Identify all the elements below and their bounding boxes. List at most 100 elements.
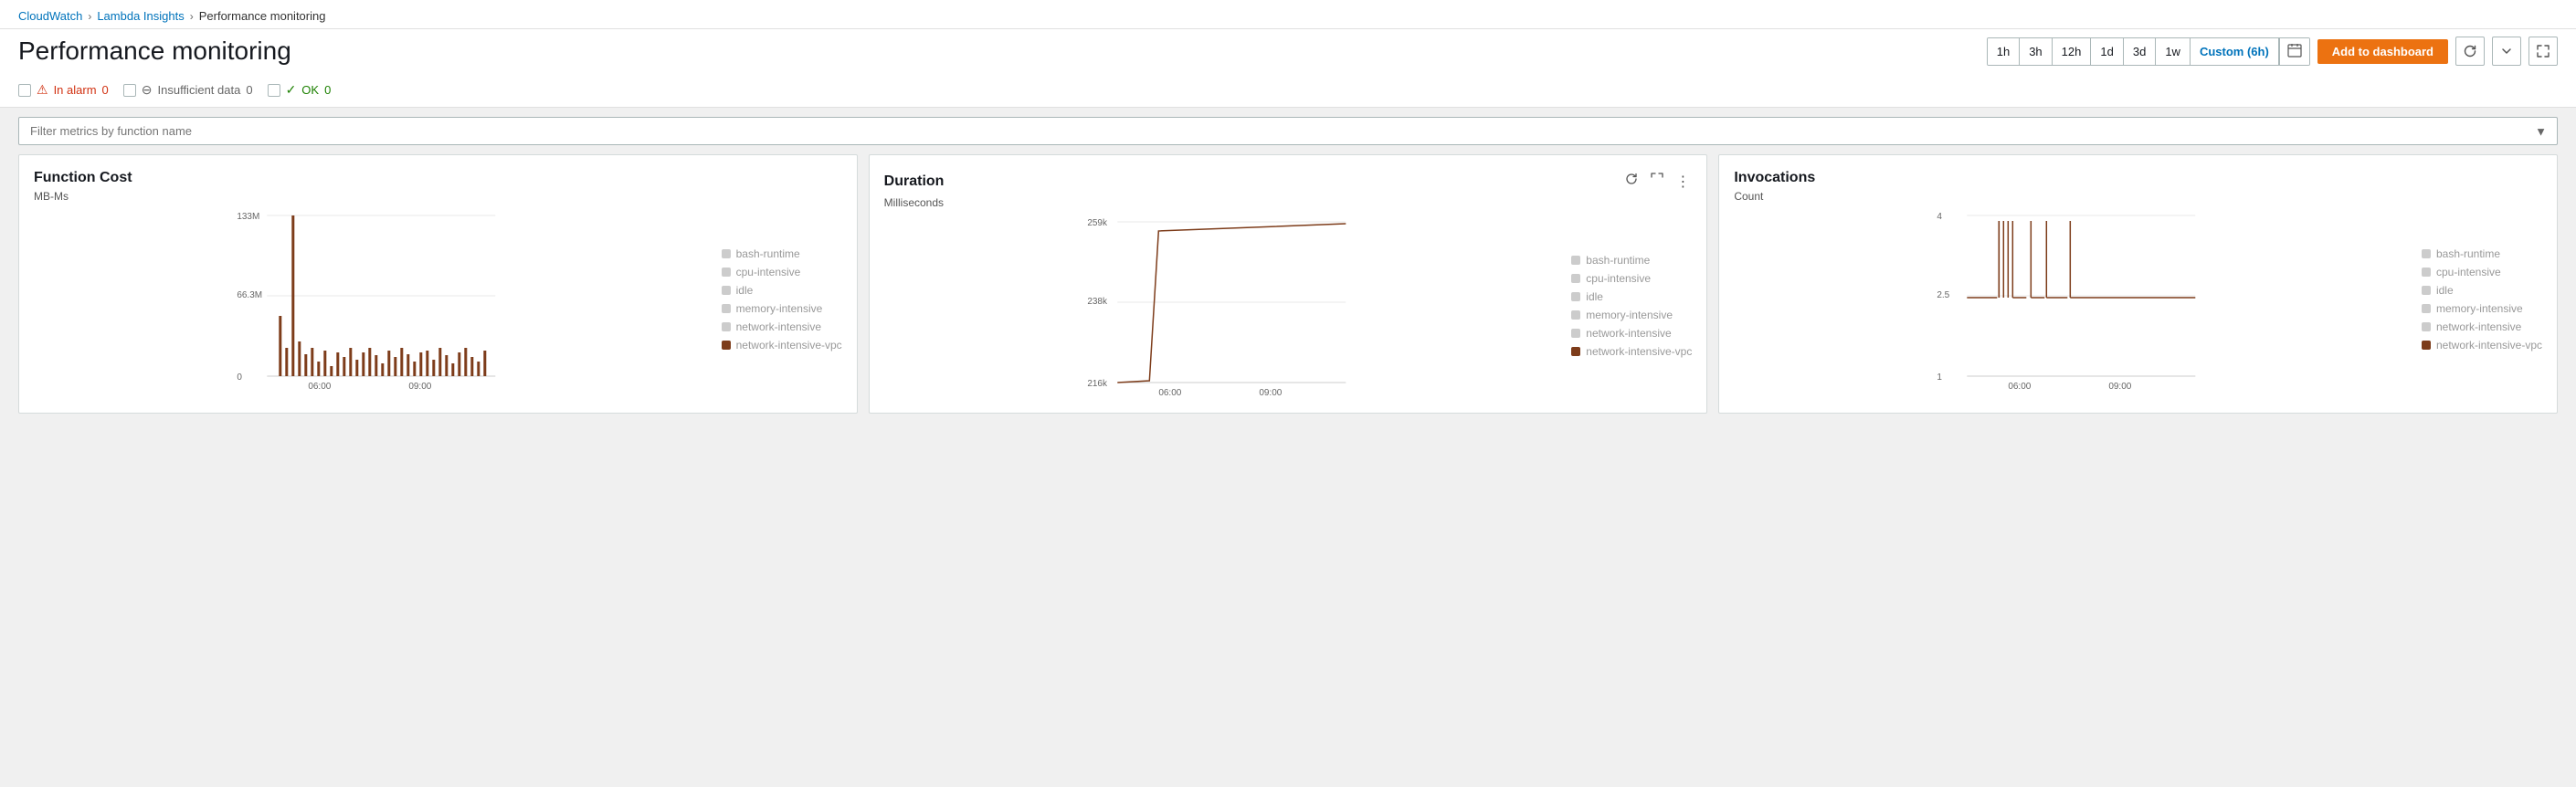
- svg-text:06:00: 06:00: [308, 382, 331, 389]
- duration-expand-icon: [1650, 172, 1664, 186]
- function-cost-card: Function Cost MB-Ms 133M 66.3M 0: [18, 154, 858, 414]
- duration-more-btn[interactable]: ⋮: [1673, 171, 1692, 193]
- svg-text:09:00: 09:00: [2109, 382, 2132, 389]
- time-btn-custom[interactable]: Custom (6h): [2191, 38, 2279, 65]
- function-cost-area: 133M 66.3M 0: [34, 206, 842, 392]
- invocations-label-network-intensive-vpc: network-intensive-vpc: [2436, 339, 2542, 352]
- duration-refresh-icon: [1624, 172, 1639, 186]
- duration-label-memory-intensive: memory-intensive: [1586, 309, 1673, 321]
- filter-input[interactable]: [18, 117, 2558, 145]
- insufficient-item: ⊖ Insufficient data 0: [123, 82, 253, 98]
- breadcrumb-sep-2: ›: [190, 10, 194, 23]
- invocations-label-network-intensive: network-intensive: [2436, 320, 2521, 333]
- insufficient-icon: ⊖: [142, 82, 153, 98]
- svg-text:238k: 238k: [1087, 297, 1108, 307]
- duration-legend-network-intensive-vpc: network-intensive-vpc: [1571, 345, 1692, 358]
- invocations-svg-wrapper: 4 2.5 1: [1734, 206, 2411, 392]
- duration-legend: bash-runtime cpu-intensive idle memory-i…: [1560, 213, 1692, 398]
- invocations-legend: bash-runtime cpu-intensive idle memory-i…: [2411, 206, 2542, 392]
- duration-expand-btn[interactable]: [1648, 170, 1666, 193]
- dropdown-button[interactable]: [2492, 37, 2521, 66]
- in-alarm-label: In alarm: [54, 83, 97, 97]
- fullscreen-button[interactable]: [2528, 37, 2558, 66]
- invocations-label-memory-intensive: memory-intensive: [2436, 302, 2523, 315]
- fullscreen-icon: [2536, 44, 2550, 58]
- time-btn-1d[interactable]: 1d: [2091, 38, 2123, 65]
- filter-bar: ▼: [0, 108, 2576, 154]
- legend-item-cpu-intensive: cpu-intensive: [722, 266, 842, 278]
- invocations-legend-idle: idle: [2422, 284, 2542, 297]
- invocations-dot-idle: [2422, 286, 2431, 295]
- invocations-dot-network-intensive: [2422, 322, 2431, 331]
- duration-card: Duration ⋮ Milliseconds: [869, 154, 1708, 414]
- legend-item-idle: idle: [722, 284, 842, 297]
- legend-item-network-intensive: network-intensive: [722, 320, 842, 333]
- duration-svg-wrapper: 259k 238k 216k 06:00 09:00: [884, 213, 1561, 398]
- ok-checkbox[interactable]: [268, 84, 280, 97]
- duration-dot-network-intensive-vpc: [1571, 347, 1580, 356]
- invocations-dot-memory-intensive: [2422, 304, 2431, 313]
- duration-legend-idle: idle: [1571, 290, 1692, 303]
- filter-dropdown-arrow: ▼: [2535, 124, 2547, 138]
- svg-text:259k: 259k: [1087, 218, 1108, 228]
- time-btn-1h[interactable]: 1h: [1988, 38, 2020, 65]
- ok-icon: ✓: [286, 82, 297, 98]
- legend-label-idle: idle: [736, 284, 754, 297]
- invocations-unit: Count: [1734, 190, 2542, 203]
- time-btn-12h[interactable]: 12h: [2053, 38, 2092, 65]
- in-alarm-checkbox[interactable]: [18, 84, 31, 97]
- invocations-header: Invocations: [1734, 170, 2542, 186]
- duration-title: Duration: [884, 173, 945, 190]
- invocations-title: Invocations: [1734, 170, 1815, 186]
- duration-unit: Milliseconds: [884, 196, 1693, 209]
- svg-text:06:00: 06:00: [2009, 382, 2032, 389]
- legend-label-bash-runtime: bash-runtime: [736, 247, 800, 260]
- function-cost-svg-wrapper: 133M 66.3M 0: [34, 206, 711, 392]
- duration-refresh-btn[interactable]: [1622, 170, 1641, 193]
- function-cost-header: Function Cost: [34, 170, 842, 186]
- alarm-bar: ⚠ In alarm 0 ⊖ Insufficient data 0 ✓ OK …: [0, 75, 2576, 108]
- breadcrumb-cloudwatch[interactable]: CloudWatch: [18, 9, 82, 23]
- breadcrumb: CloudWatch › Lambda Insights › Performan…: [18, 9, 2558, 23]
- duration-header: Duration ⋮: [884, 170, 1693, 193]
- invocations-legend-memory-intensive: memory-intensive: [2422, 302, 2542, 315]
- duration-legend-bash-runtime: bash-runtime: [1571, 254, 1692, 267]
- refresh-button[interactable]: [2455, 37, 2485, 66]
- function-cost-title: Function Cost: [34, 170, 132, 186]
- svg-text:2.5: 2.5: [1937, 290, 1950, 300]
- in-alarm-icon: ⚠: [37, 82, 48, 98]
- duration-label-network-intensive: network-intensive: [1586, 327, 1671, 340]
- svg-text:09:00: 09:00: [408, 382, 431, 389]
- duration-label-idle: idle: [1586, 290, 1603, 303]
- svg-text:1: 1: [1937, 373, 1943, 383]
- function-cost-legend: bash-runtime cpu-intensive idle memory-i…: [711, 206, 842, 392]
- svg-text:66.3M: 66.3M: [237, 290, 262, 300]
- legend-dot-memory-intensive: [722, 304, 731, 313]
- time-selector: 1h 3h 12h 1d 3d 1w Custom (6h): [1987, 37, 2310, 66]
- insufficient-checkbox[interactable]: [123, 84, 136, 97]
- filter-input-wrapper: ▼: [18, 117, 2558, 145]
- breadcrumb-lambda-insights[interactable]: Lambda Insights: [97, 9, 184, 23]
- invocations-label-cpu-intensive: cpu-intensive: [2436, 266, 2501, 278]
- legend-dot-bash-runtime: [722, 249, 731, 258]
- time-btn-3h[interactable]: 3h: [2020, 38, 2052, 65]
- refresh-icon: [2463, 44, 2477, 58]
- invocations-dot-cpu-intensive: [2422, 268, 2431, 277]
- invocations-chart: 4 2.5 1: [1734, 206, 2411, 389]
- calendar-icon: [2287, 43, 2302, 58]
- duration-dot-memory-intensive: [1571, 310, 1580, 320]
- add-to-dashboard-button[interactable]: Add to dashboard: [2317, 39, 2448, 64]
- invocations-area: 4 2.5 1: [1734, 206, 2542, 392]
- ok-label: OK: [301, 83, 319, 97]
- time-btn-3d[interactable]: 3d: [2124, 38, 2156, 65]
- duration-label-bash-runtime: bash-runtime: [1586, 254, 1650, 267]
- invocations-legend-bash-runtime: bash-runtime: [2422, 247, 2542, 260]
- calendar-icon-btn[interactable]: [2279, 38, 2309, 65]
- function-cost-unit: MB-Ms: [34, 190, 842, 203]
- ok-count: 0: [324, 83, 331, 97]
- chevron-down-icon: [2501, 46, 2512, 57]
- svg-text:0: 0: [237, 373, 242, 383]
- breadcrumb-current: Performance monitoring: [199, 9, 326, 23]
- time-btn-1w[interactable]: 1w: [2156, 38, 2191, 65]
- duration-area: 259k 238k 216k 06:00 09:00 bas: [884, 213, 1693, 398]
